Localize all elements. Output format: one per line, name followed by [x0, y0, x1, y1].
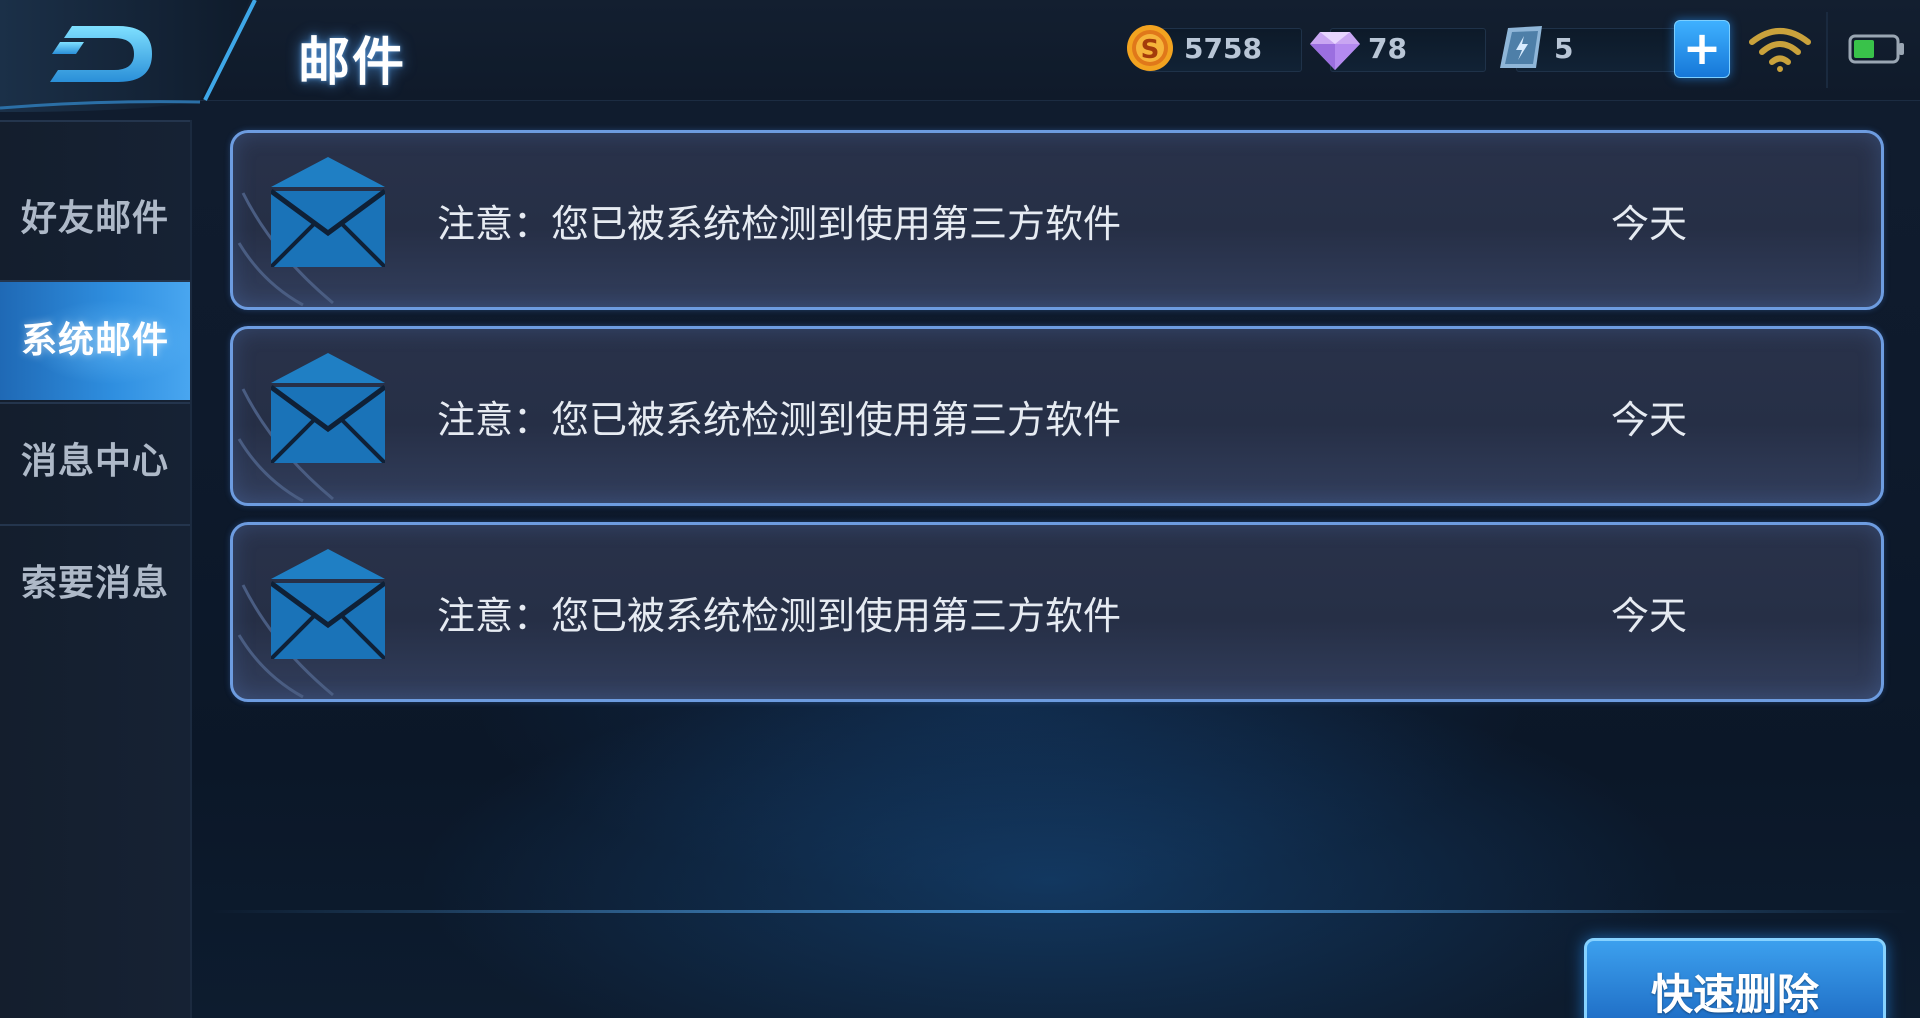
diamond-icon: [1310, 32, 1360, 70]
gold-counter: S 5758: [1124, 25, 1302, 72]
mail-date: 今天: [1611, 594, 1688, 638]
voucher-card-icon: [1500, 26, 1542, 68]
status-divider: [1826, 12, 1828, 88]
sidebar-item-message-center[interactable]: 消息中心: [0, 403, 190, 521]
sidebar-divider: [0, 120, 190, 122]
add-currency-button[interactable]: +: [1674, 20, 1730, 78]
sidebar-item-system-mail[interactable]: 系统邮件: [0, 282, 190, 400]
mail-category-sidebar: 好友邮件 系统邮件 消息中心 索要消息: [0, 120, 192, 1018]
page-title: 邮件: [298, 33, 407, 93]
plus-icon: +: [1682, 21, 1722, 75]
back-arrow-icon: [0, 0, 257, 112]
diamond-counter: 78: [1308, 28, 1486, 72]
back-button[interactable]: [0, 0, 280, 112]
mail-date: 今天: [1611, 398, 1688, 442]
sidebar-item-request-message[interactable]: 索要消息: [0, 525, 190, 643]
envelope-icon: [271, 157, 385, 267]
envelope-icon: [271, 353, 385, 463]
svg-text:S: S: [1141, 35, 1160, 65]
envelope-icon: [271, 549, 385, 659]
voucher-value: 5: [1554, 32, 1574, 65]
gold-value: 5758: [1184, 32, 1262, 65]
mail-item[interactable]: 注意：您已被系统检测到使用第三方软件 今天: [230, 326, 1884, 506]
top-bar: 邮件 S 5758 78 5 +: [0, 0, 1920, 112]
mail-date: 今天: [1611, 202, 1688, 246]
diamond-value: 78: [1368, 32, 1407, 65]
gold-coin-icon: S: [1127, 25, 1173, 71]
mail-subject: 注意：您已被系统检测到使用第三方软件: [437, 398, 1122, 442]
mail-subject: 注意：您已被系统检测到使用第三方软件: [437, 202, 1122, 246]
bottom-glow-divider: [210, 910, 1910, 913]
wifi-icon: [1749, 28, 1811, 72]
quick-delete-label: 快速删除: [1650, 970, 1819, 1018]
voucher-counter: 5: [1494, 26, 1688, 72]
mail-subject: 注意：您已被系统检测到使用第三方软件: [437, 594, 1122, 638]
mail-screen: 邮件 S 5758 78 5 + 好友邮件 系统邮件 消息中心 索要消息 注意：…: [0, 0, 1920, 1018]
quick-delete-button[interactable]: 快速删除: [1584, 938, 1886, 1018]
battery-icon: [1848, 34, 1904, 64]
mail-item[interactable]: 注意：您已被系统检测到使用第三方软件 今天: [230, 522, 1884, 702]
sidebar-item-friend-mail[interactable]: 好友邮件: [0, 160, 190, 278]
mail-item[interactable]: 注意：您已被系统检测到使用第三方软件 今天: [230, 130, 1884, 310]
